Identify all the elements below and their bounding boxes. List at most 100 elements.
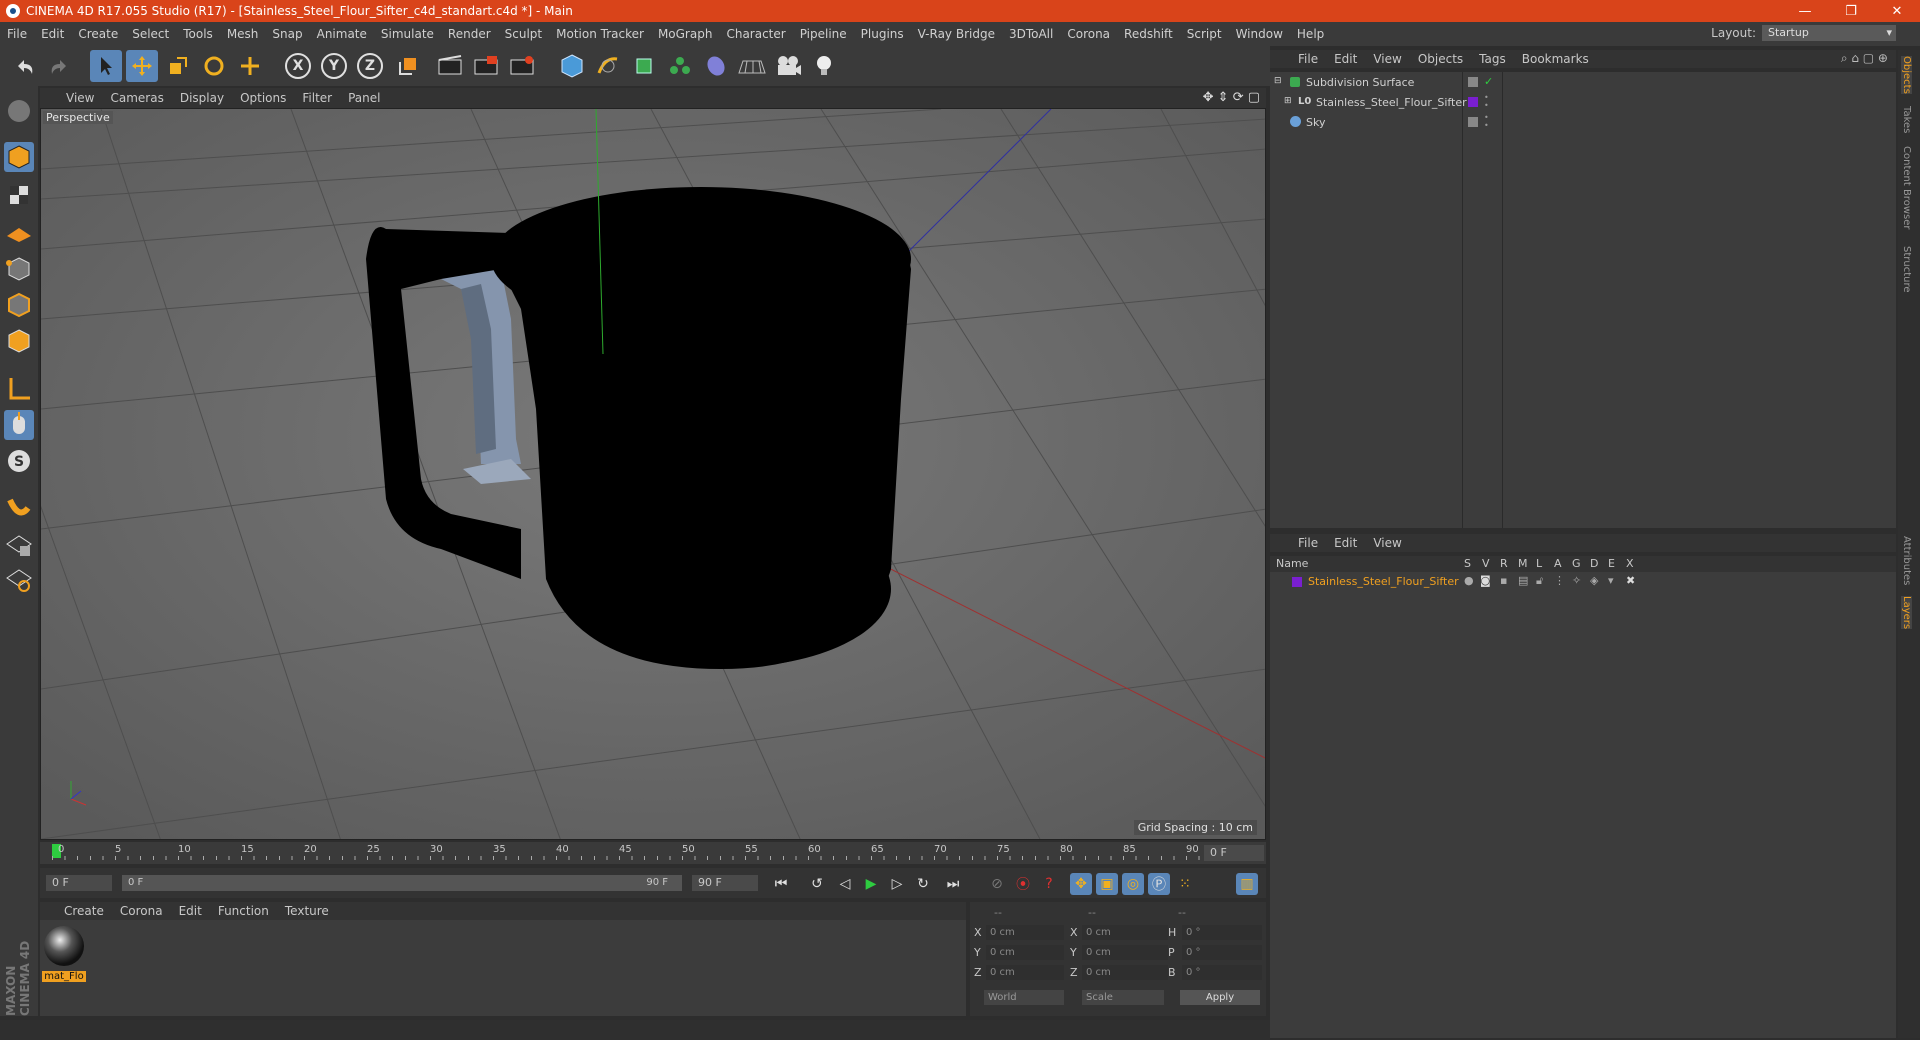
layer-render-icon[interactable]: ▪ xyxy=(1500,574,1507,587)
material-swatch[interactable]: mat_Flo xyxy=(42,924,86,984)
visibility-dots-icon[interactable]: • • xyxy=(1484,94,1489,110)
camera-icon[interactable] xyxy=(772,50,804,82)
collapse-toggle-icon[interactable]: ⊟ xyxy=(1274,76,1282,86)
texture-mode-icon[interactable] xyxy=(4,180,34,210)
material-menu-texture[interactable]: Texture xyxy=(277,904,337,918)
viewport-menu-view[interactable]: View xyxy=(58,91,102,105)
go-to-start-icon[interactable]: ⏮ xyxy=(770,873,792,895)
viewport-menu-filter[interactable]: Filter xyxy=(294,91,340,105)
menu-character[interactable]: Character xyxy=(719,27,792,41)
floor-scene-icon[interactable] xyxy=(736,50,768,82)
layer-color-swatch[interactable] xyxy=(1292,577,1302,587)
menu-window[interactable]: Window xyxy=(1229,27,1290,41)
layer-visible-icon[interactable]: ◙ xyxy=(1480,574,1491,587)
menu-redshift[interactable]: Redshift xyxy=(1117,27,1180,41)
perspective-viewport[interactable]: Perspective Grid Spacing : 10 cm xyxy=(40,108,1266,840)
record-keys-icon[interactable]: ⊘ xyxy=(986,873,1008,895)
y-axis-lock-button[interactable]: Y xyxy=(318,50,350,82)
menu-pipeline[interactable]: Pipeline xyxy=(793,27,854,41)
viewport-navigation-icons[interactable]: ✥ ⇕ ⟳ ▢ xyxy=(1203,90,1260,105)
menu-motion-tracker[interactable]: Motion Tracker xyxy=(549,27,651,41)
subdivision-surface-icon[interactable] xyxy=(628,50,660,82)
object-row-flour-sifter[interactable]: ⊞ L0 Stainless_Steel_Flour_Sifter • • xyxy=(1270,94,1896,112)
redo-icon[interactable] xyxy=(44,50,76,82)
z-axis-lock-button[interactable]: Z xyxy=(354,50,386,82)
rot-h-field[interactable]: 0 ° xyxy=(1182,925,1262,940)
render-settings-icon[interactable] xyxy=(506,50,538,82)
timeline-window-icon[interactable]: ▥ xyxy=(1236,873,1258,895)
menu-vray-bridge[interactable]: V-Ray Bridge xyxy=(911,27,1002,41)
move-tool-icon[interactable] xyxy=(126,50,158,82)
workplane-icon[interactable] xyxy=(4,216,34,246)
layer-xref-icon[interactable]: ✖ xyxy=(1626,574,1635,587)
tab-layers[interactable]: Layers xyxy=(1901,596,1912,630)
object-menu-file[interactable]: File xyxy=(1290,52,1326,66)
make-editable-icon[interactable] xyxy=(4,96,34,126)
material-menu-function[interactable]: Function xyxy=(210,904,277,918)
tweak-mode-icon[interactable] xyxy=(4,410,34,440)
axis-mode-icon[interactable] xyxy=(4,374,34,404)
timeline-ruler[interactable]: 0 5 10 15 20 25 30 35 40 45 50 55 60 65 … xyxy=(40,842,1266,864)
layer-color-swatch[interactable] xyxy=(1468,97,1478,107)
material-menu-create[interactable]: Create xyxy=(56,904,112,918)
layer-manager-icon[interactable]: ▤ xyxy=(1518,574,1528,587)
apply-button[interactable]: Apply xyxy=(1180,990,1260,1005)
tab-takes[interactable]: Takes xyxy=(1901,106,1912,133)
layer-deformers-icon[interactable]: ◈ xyxy=(1590,574,1598,587)
viewport-menu-display[interactable]: Display xyxy=(172,91,232,105)
pos-y-field[interactable]: 0 cm xyxy=(986,945,1064,960)
end-frame-field[interactable]: 90 F xyxy=(692,875,758,891)
object-menu-view[interactable]: View xyxy=(1365,52,1409,66)
menu-snap[interactable]: Snap xyxy=(265,27,309,41)
object-menu-edit[interactable]: Edit xyxy=(1326,52,1365,66)
pen-spline-icon[interactable] xyxy=(592,50,624,82)
cloner-icon[interactable] xyxy=(664,50,696,82)
expand-toggle-icon[interactable]: ⊞ xyxy=(1284,96,1292,106)
rotate-tool-icon[interactable] xyxy=(198,50,230,82)
previous-key-icon[interactable]: ↺ xyxy=(806,873,828,895)
maximize-button[interactable]: ❐ xyxy=(1828,0,1874,22)
undo-icon[interactable] xyxy=(8,50,40,82)
light-icon[interactable] xyxy=(808,50,840,82)
viewport-menu-cameras[interactable]: Cameras xyxy=(102,91,171,105)
menu-file[interactable]: File xyxy=(0,27,34,41)
layer-generators-icon[interactable]: ✧ xyxy=(1572,574,1581,587)
size-z-field[interactable]: 0 cm xyxy=(1082,965,1168,980)
layer-expressions-icon[interactable]: ▾ xyxy=(1608,574,1614,587)
cube-primitive-icon[interactable] xyxy=(556,50,588,82)
layer-row[interactable]: Stainless_Steel_Flour_Sifter ● ◙ ▪ ▤ 🔓︎ … xyxy=(1270,574,1896,590)
previous-frame-icon[interactable]: ◁ xyxy=(834,873,856,895)
points-mode-icon[interactable] xyxy=(4,254,34,284)
pos-z-field[interactable]: 0 cm xyxy=(986,965,1064,980)
live-select-icon[interactable] xyxy=(234,50,266,82)
scale-tool-icon[interactable] xyxy=(162,50,194,82)
preview-range-slider[interactable]: 0 F 90 F xyxy=(122,875,682,891)
menu-mograph[interactable]: MoGraph xyxy=(651,27,720,41)
coordinate-system-icon[interactable] xyxy=(392,50,424,82)
minimize-button[interactable]: — xyxy=(1782,0,1828,22)
rot-p-field[interactable]: 0 ° xyxy=(1182,945,1262,960)
key-rotation-icon[interactable]: ◎ xyxy=(1122,873,1144,895)
edges-mode-icon[interactable] xyxy=(4,290,34,320)
render-view-icon[interactable] xyxy=(434,50,466,82)
snap-icon[interactable]: S xyxy=(4,446,34,476)
layer-menu-view[interactable]: View xyxy=(1365,536,1409,550)
object-menu-tags[interactable]: Tags xyxy=(1471,52,1514,66)
layout-dropdown[interactable]: Startup xyxy=(1762,25,1896,41)
object-manager-search-icon[interactable]: ⌕ ⌂ ▢ ⊕ xyxy=(1841,51,1888,66)
menu-mesh[interactable]: Mesh xyxy=(220,27,266,41)
menu-help[interactable]: Help xyxy=(1290,27,1331,41)
object-row-subdivision-surface[interactable]: ⊟ Subdivision Surface ✓ xyxy=(1270,74,1896,92)
close-button[interactable]: ✕ xyxy=(1874,0,1920,22)
size-x-field[interactable]: 0 cm xyxy=(1082,925,1168,940)
menu-animate[interactable]: Animate xyxy=(310,27,374,41)
model-mode-icon[interactable] xyxy=(4,142,34,172)
select-tool-icon[interactable] xyxy=(90,50,122,82)
x-axis-lock-button[interactable]: X xyxy=(282,50,314,82)
material-menu-corona[interactable]: Corona xyxy=(112,904,171,918)
key-scale-icon[interactable]: ▣ xyxy=(1096,873,1118,895)
viewport-menu-panel[interactable]: Panel xyxy=(340,91,388,105)
deformer-icon[interactable] xyxy=(700,50,732,82)
polygons-mode-icon[interactable] xyxy=(4,326,34,356)
layer-solo-icon[interactable]: ● xyxy=(1464,574,1474,587)
